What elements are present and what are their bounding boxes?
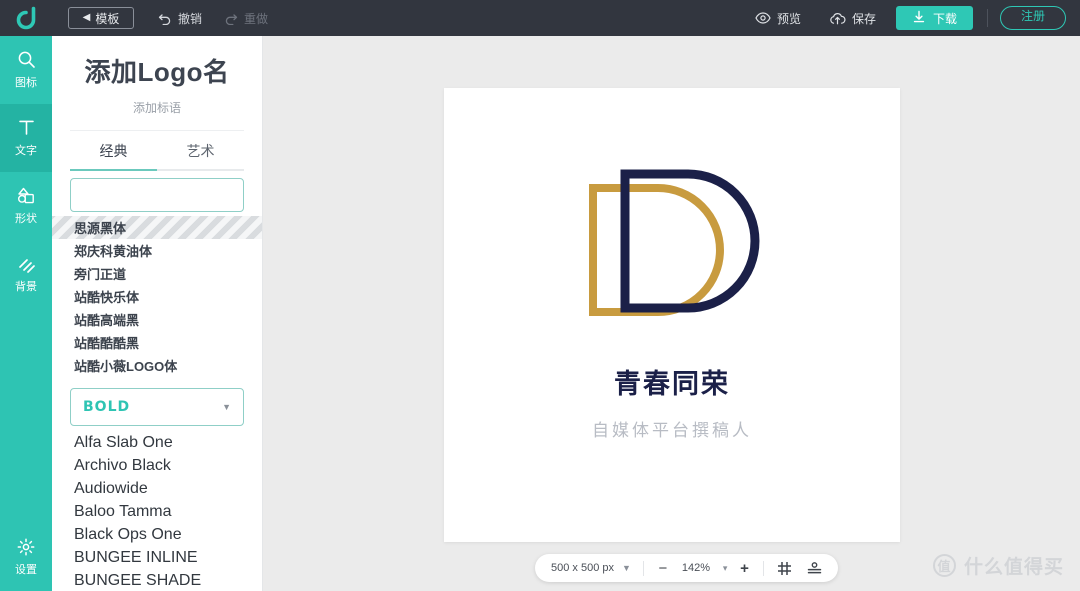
font-option-zhanku-gaoduanhei[interactable]: 站酷高端黑 [52,308,262,331]
font-option-zhanku-kukuhei[interactable]: 站酷酷酷黑 [52,331,262,354]
left-sidebar: 图标 文字 形状 [0,36,52,591]
signup-label: 注册 [1021,9,1045,23]
font-option-alfa-slab-one[interactable]: Alfa Slab One [52,431,262,454]
font-option-bungee-inline[interactable]: BUNGEE INLINE [52,546,262,569]
signup-button[interactable]: 注册 [1000,6,1066,30]
save-button[interactable]: 保存 [815,0,890,36]
tab-classic[interactable]: 经典 [70,141,157,171]
save-label: 保存 [852,10,876,27]
preview-label: 预览 [777,10,801,27]
zoom-in-button[interactable]: + [738,561,750,576]
sidebar-item-shapes-label: 形状 [15,210,37,226]
template-button-label: 模板 [95,10,119,27]
canvas-size-select[interactable]: 500 x 500 px ▼ [535,554,643,582]
font-option-pangmenzhengdao[interactable]: 旁门正道 [52,262,262,285]
cloud-upload-icon [829,12,846,25]
align-center-icon[interactable] [807,561,822,576]
shapes-icon [17,186,36,205]
eye-icon [755,12,771,24]
redo-button[interactable]: 重做 [224,10,268,27]
font-option-black-ops-one[interactable]: Black Ops One [52,523,262,546]
logo-slogan-text[interactable]: 自媒体平台撰稿人 [592,416,752,441]
font-option-zhengqingke[interactable]: 郑庆科黄油体 [52,239,262,262]
chevron-down-icon: ▼ [222,402,231,412]
sidebar-spacer [0,308,52,523]
watermark-text: 什么值得买 [964,552,1064,579]
top-toolbar: ◀ 模板 撤销 重做 [0,0,1080,36]
font-weight-select[interactable]: BOLD ▼ [70,388,244,426]
undo-label: 撤销 [178,10,202,27]
watermark-badge: 值 [933,554,956,577]
diagonal-stripes-icon [17,254,36,273]
sidebar-item-icons[interactable]: 图标 [0,36,52,104]
sidebar-item-background-label: 背景 [15,278,37,294]
undo-button[interactable]: 撤销 [158,10,202,27]
redo-label: 重做 [244,10,268,27]
text-panel: 添加Logo名 添加标语 经典 艺术 思源黑体 郑庆科黄油体 旁门正道 站酷快乐… [52,36,263,591]
font-option-zhanku-xiaowei-logo[interactable]: 站酷小薇LOGO体 [52,354,262,377]
canvas-view-tools [764,554,838,582]
history-controls: 撤销 重做 [158,10,268,27]
font-option-audiowide[interactable]: Audiowide [52,477,262,500]
logo-composition[interactable]: 青春同荣 自媒体平台撰稿人 [444,88,900,542]
font-option-zhanku-kuaile[interactable]: 站酷快乐体 [52,285,262,308]
top-toolbar-actions: 预览 保存 下载 [741,0,1080,36]
sidebar-item-settings[interactable]: 设置 [0,523,52,591]
app-root: ◀ 模板 撤销 重做 [0,0,1080,591]
panel-divider [70,130,244,131]
cn-font-list: 思源黑体 郑庆科黄油体 旁门正道 站酷快乐体 站酷高端黑 站酷酷酷黑 站酷小薇L… [52,216,262,377]
tab-art[interactable]: 艺术 [157,141,244,171]
font-search-field[interactable] [70,178,244,212]
font-option-baloo-tamma[interactable]: Baloo Tamma [52,500,262,523]
redo-arrow-icon [224,12,238,25]
panel-tabs: 经典 艺术 [70,141,244,171]
sidebar-item-icons-label: 图标 [15,74,37,90]
zoom-caret-icon[interactable]: ▾ [723,563,728,574]
template-button[interactable]: ◀ 模板 [68,7,134,29]
sidebar-item-background[interactable]: 背景 [0,240,52,308]
zoom-level-value[interactable]: 142% [680,562,712,574]
canvas-bottom-toolbar: 500 x 500 px ▼ − 142% ▾ + [535,554,838,582]
panel-title[interactable]: 添加Logo名 [52,52,262,89]
font-option-siyuan[interactable]: 思源黑体 [52,216,262,239]
search-icon [17,50,36,69]
toolbar-divider [987,9,988,27]
undo-arrow-icon [158,12,172,25]
sidebar-item-shapes[interactable]: 形状 [0,172,52,240]
zoom-controls: − 142% ▾ + [644,554,764,582]
sidebar-item-text[interactable]: 文字 [0,104,52,172]
sidebar-item-text-label: 文字 [15,142,37,158]
canvas-size-value: 500 x 500 px [551,562,614,574]
download-label: 下载 [933,10,957,27]
logo-name-text[interactable]: 青春同荣 [614,362,730,401]
app-logo-icon[interactable] [0,0,52,36]
download-button[interactable]: 下载 [896,6,973,30]
zoom-out-button[interactable]: − [657,561,669,576]
download-icon [912,10,926,27]
artboard[interactable]: 青春同荣 自媒体平台撰稿人 [444,88,900,542]
chevron-down-icon: ▼ [622,563,631,573]
chevron-left-icon: ◀ [83,13,91,23]
grid-icon[interactable] [777,561,792,576]
canvas-stage[interactable]: 青春同荣 自媒体平台撰稿人 [263,36,1080,591]
font-option-bungee-shade[interactable]: BUNGEE SHADE [52,569,262,591]
gear-icon [17,538,35,556]
font-weight-value: BOLD [83,399,130,415]
panel-subtitle[interactable]: 添加标语 [52,99,262,116]
font-option-archivo-black[interactable]: Archivo Black [52,454,262,477]
text-t-icon [17,118,36,137]
double-d-monogram[interactable] [584,164,760,336]
watermark: 值 什么值得买 [933,552,1064,579]
latin-font-list: Alfa Slab One Archivo Black Audiowide Ba… [52,431,262,591]
preview-button[interactable]: 预览 [741,0,815,36]
sidebar-item-settings-label: 设置 [15,561,37,577]
